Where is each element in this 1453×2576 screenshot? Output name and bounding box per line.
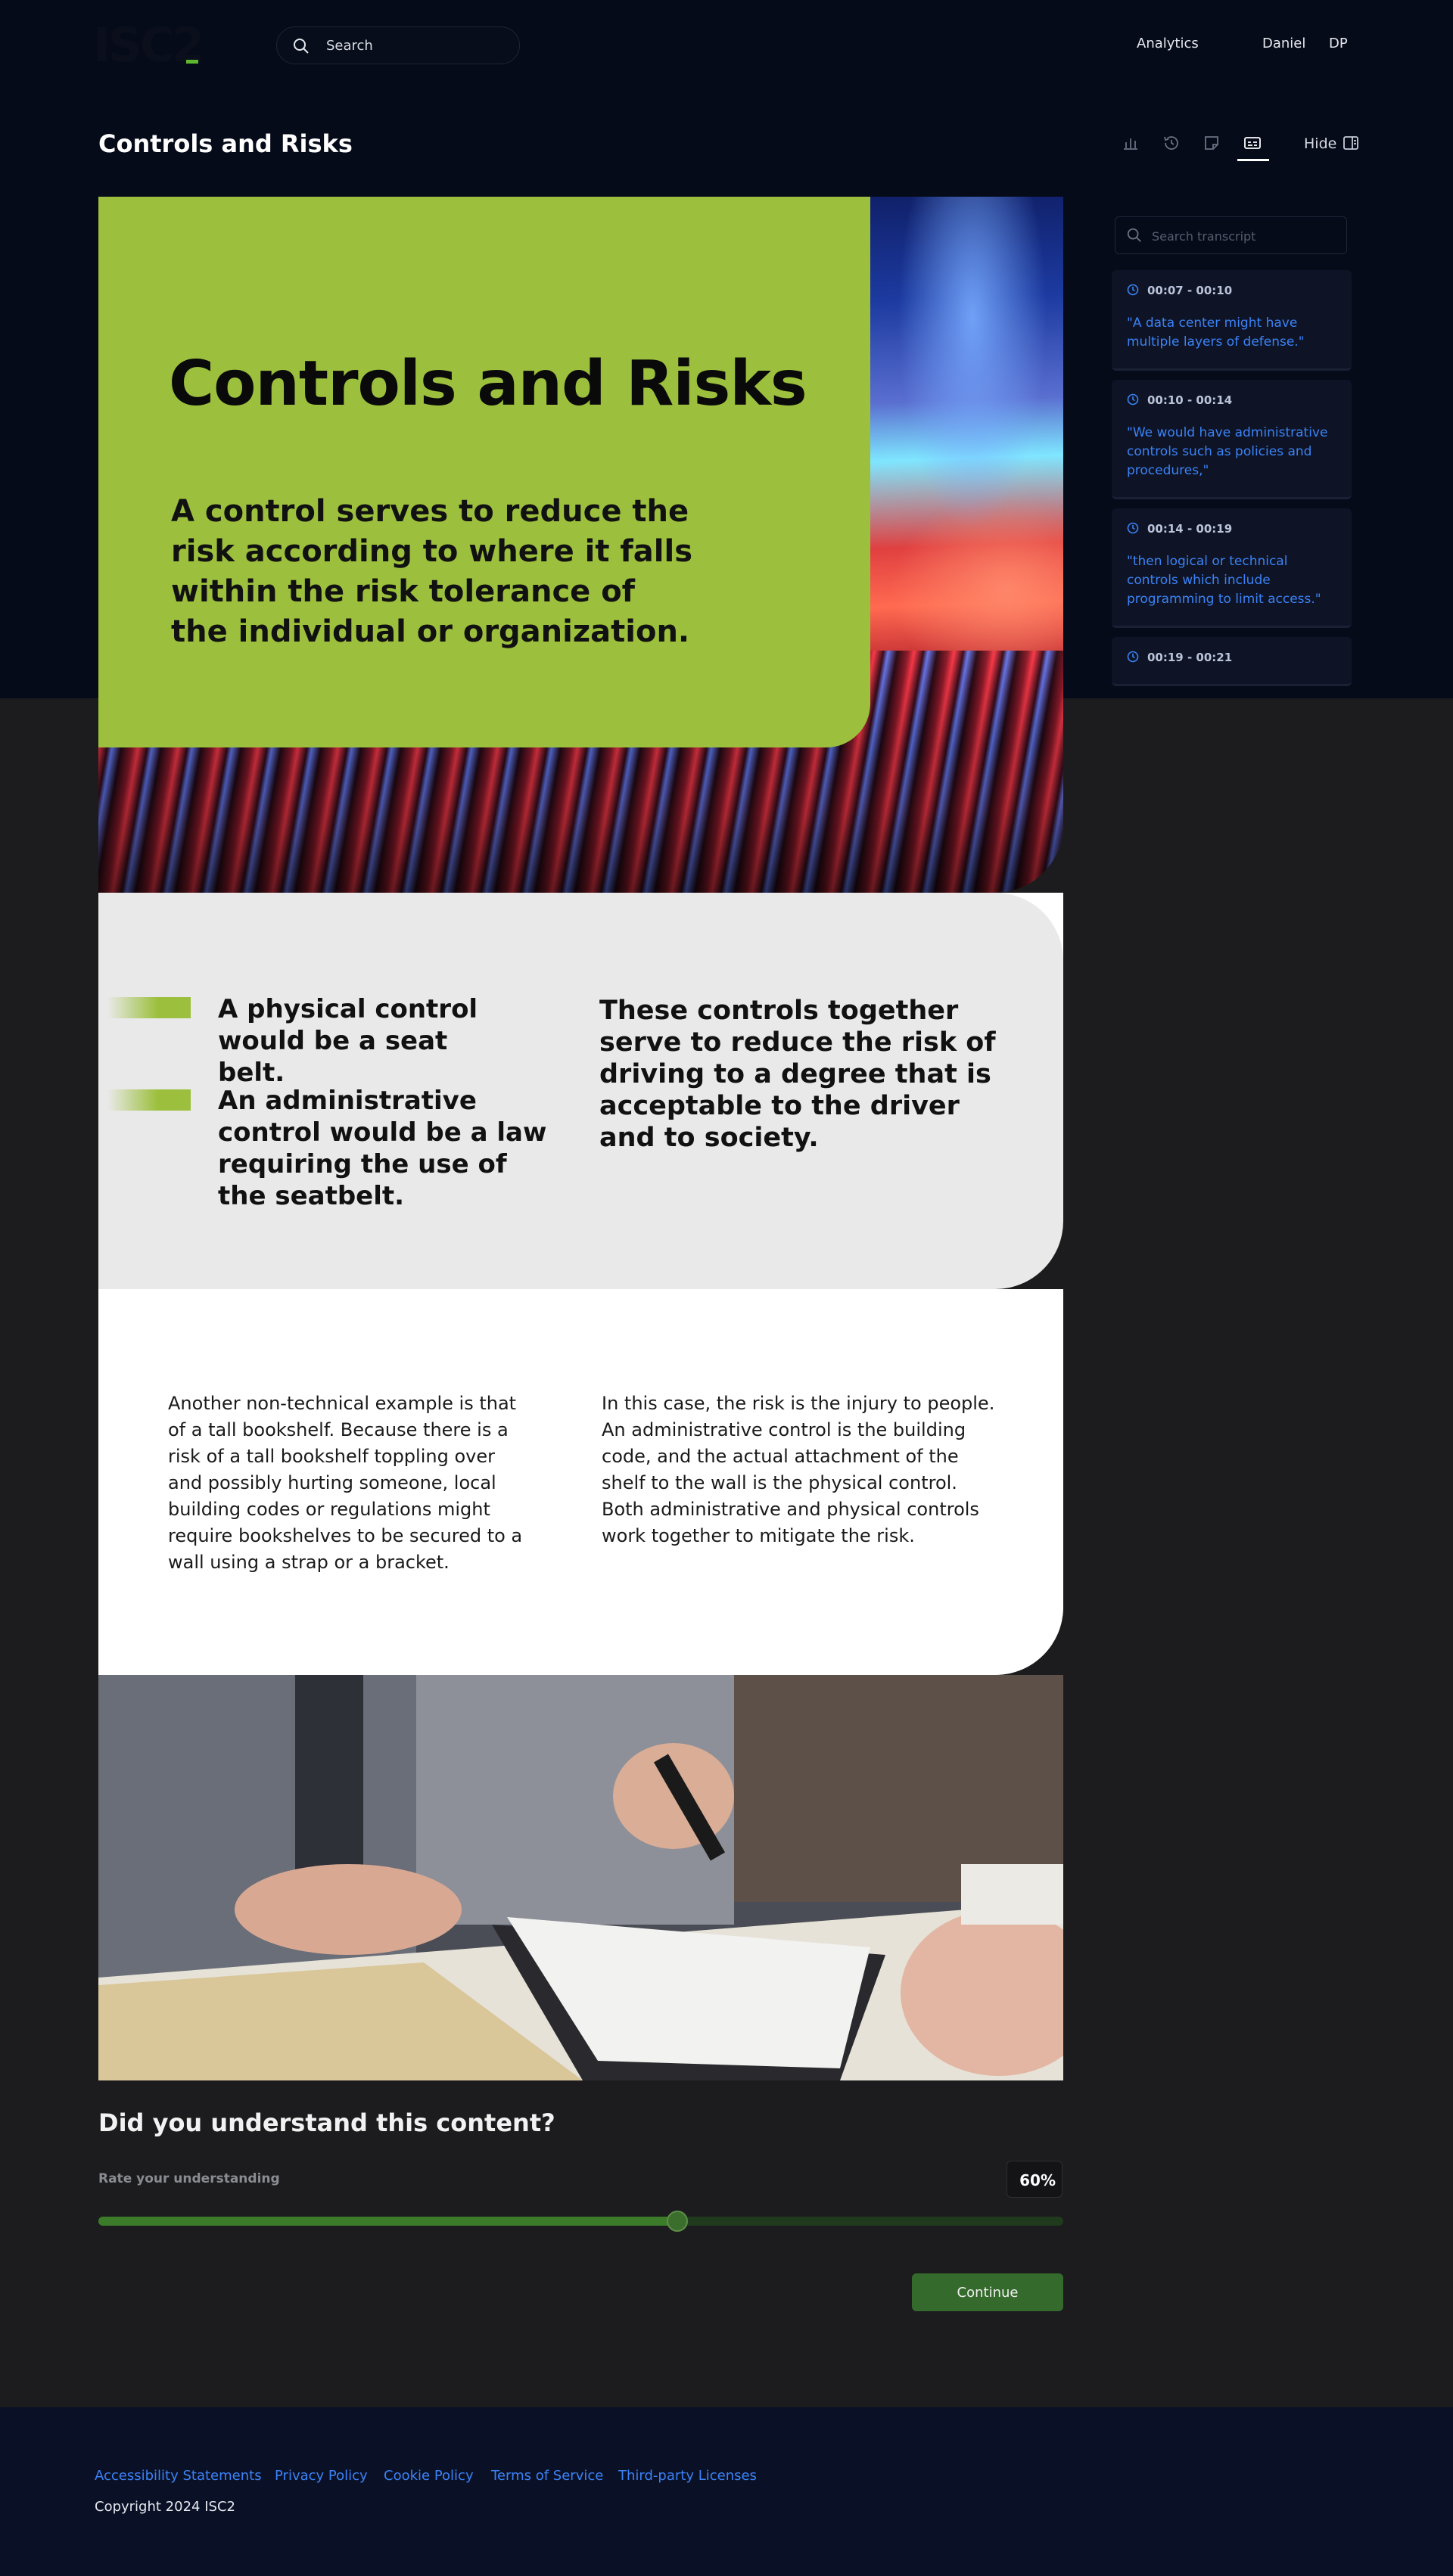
rating-label: Rate your understanding [98,2171,280,2186]
transcript-entry[interactable]: 00:07 - 00:10 "A data center might have … [1112,270,1352,371]
bullet-marker [107,997,191,1018]
transcript-search-input[interactable]: Search transcript [1115,216,1347,254]
transcript-timestamp: 00:14 - 00:19 [1147,522,1233,536]
rating-value: 60% [1019,2171,1056,2189]
history-icon [1164,136,1178,150]
analytics-chart-button[interactable] [1121,133,1140,153]
footer-link-privacy[interactable]: Privacy Policy [275,2468,368,2484]
user-name[interactable]: Daniel [1262,36,1305,51]
clock-icon [1127,651,1139,663]
footer-link-accessibility[interactable]: Accessibility Statements [95,2468,262,2484]
history-button[interactable] [1162,133,1181,153]
rating-value-box: 60% [1007,2161,1063,2198]
bullet-administrative-control: An administrative control would be a law… [218,1086,547,1211]
transcript-text: "A data center might have multiple layer… [1127,315,1305,350]
footer-link-terms[interactable]: Terms of Service [491,2468,603,2484]
transcript-entry[interactable]: 00:10 - 00:14 "We would have administrat… [1112,380,1352,499]
continue-button[interactable]: Continue [912,2273,1063,2311]
transcript-text: "then logical or technical controls whic… [1127,554,1321,607]
transcript-timestamp: 00:19 - 00:21 [1147,651,1233,664]
lesson-content: Controls and Risks A control serves to r… [98,197,1063,2080]
bar-chart-icon [1124,138,1137,150]
transcript-entry[interactable]: 00:14 - 00:19 "then logical or technical… [1112,508,1352,628]
bullet-marker [107,1089,191,1111]
clock-icon [1127,284,1139,296]
global-search-input[interactable]: Search [276,26,520,64]
notes-button[interactable] [1202,133,1221,153]
contract-signing-photo [98,1675,1063,2080]
transcript-timestamp: 00:07 - 00:10 [1147,284,1233,297]
nav-analytics-link[interactable]: Analytics [1137,36,1199,51]
copyright: Copyright 2024 ISC2 [95,2499,235,2515]
hero-title: Controls and Risks [169,348,807,420]
hero-subtitle: A control serves to reduce the risk acco… [171,494,693,649]
note-icon [1205,136,1218,150]
search-icon [294,39,309,54]
captions-icon [1244,137,1261,149]
understanding-question: Did you understand this content? [98,2108,555,2137]
search-placeholder: Search [326,38,373,54]
top-bar: ISC2 Search Analytics Daniel DP [0,0,1453,91]
search-icon [1127,228,1141,242]
transcript-entry[interactable]: 00:19 - 00:21 [1112,637,1352,686]
slider-handle[interactable] [667,2211,688,2232]
photo-illustration [98,1675,1063,2080]
transcript-search-placeholder: Search transcript [1152,229,1256,244]
continue-button-label: Continue [957,2285,1019,2301]
understanding-slider[interactable] [98,2211,1063,2232]
corner-fill [995,1607,1063,1675]
footer-link-cookie[interactable]: Cookie Policy [384,2468,474,2484]
sidebar-toggle-icon[interactable] [1342,134,1360,152]
logo-accent [186,60,198,64]
user-avatar[interactable]: DP [1329,36,1348,51]
slider-fill [98,2217,677,2226]
page-title: Controls and Risks [98,129,353,158]
clock-icon [1127,393,1139,406]
bookshelf-paragraph: Another non-technical example is that of… [168,1393,523,1573]
controls-summary: These controls together serve to reduce … [599,996,996,1153]
footer-link-third-party[interactable]: Third-party Licenses [618,2468,757,2484]
risk-paragraph: In this case, the risk is the injury to … [602,1393,995,1546]
clock-icon [1127,522,1139,534]
bullet-physical-control: A physical control would be a seat belt. [218,994,478,1088]
active-tab-indicator [1237,159,1269,161]
footer [0,2407,1453,2576]
hero-panel [98,197,870,747]
transcript-text: "We would have administrative controls s… [1127,425,1328,478]
transcript-timestamp: 00:10 - 00:14 [1147,393,1233,407]
hide-panel-button[interactable]: Hide [1304,135,1336,152]
captions-button[interactable] [1243,133,1262,153]
